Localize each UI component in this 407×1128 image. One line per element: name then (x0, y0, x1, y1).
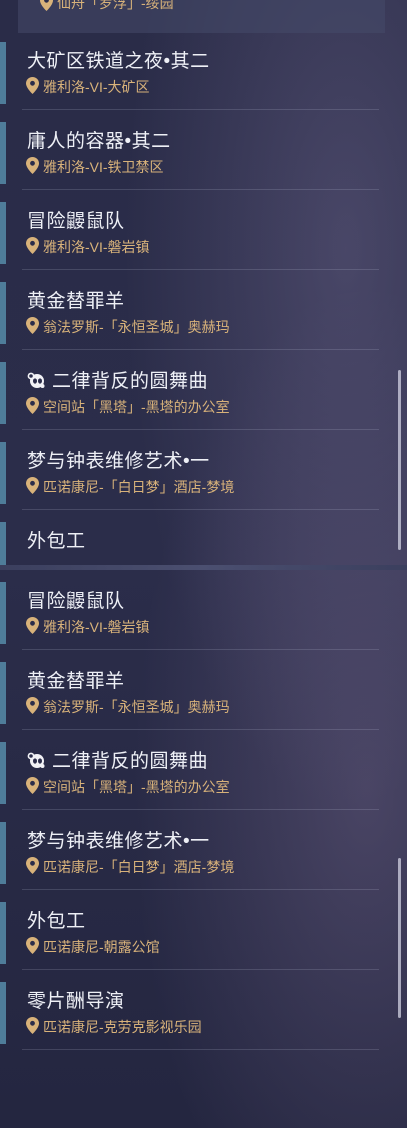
quest-location: 雅利洛-VI-磐岩镇 (43, 239, 150, 255)
quest-title: 庸人的容器•其二 (27, 131, 171, 152)
location-pin-icon (26, 317, 39, 334)
quest-location: 匹诺康尼-「白日梦」酒店-梦境 (43, 859, 235, 875)
quest-location: 雅利洛-VI-铁卫禁区 (43, 159, 164, 175)
location-pin-icon (26, 777, 39, 794)
location-pin-icon (26, 617, 39, 634)
quest-accent-bar (0, 822, 6, 884)
quest-item[interactable]: 二律背反的圆舞曲 空间站「黑塔」-黑塔的办公室 (0, 356, 407, 430)
quest-accent-bar (0, 202, 6, 264)
quest-item[interactable]: 庸人的容器•其二 雅利洛-VI-铁卫禁区 (0, 116, 407, 190)
quest-location: 空间站「黑塔」-黑塔的办公室 (43, 779, 230, 795)
quest-title: 二律背反的圆舞曲 (52, 751, 209, 772)
location-pin-icon (26, 857, 39, 874)
quest-accent-bar (0, 582, 6, 644)
quest-location: 雅利洛-VI-大矿区 (43, 79, 150, 95)
quest-item[interactable]: 大矿区铁道之夜•其二 雅利洛-VI-大矿区 (0, 36, 407, 110)
quest-item[interactable]: 黄金替罪羊 翁法罗斯-「永恒圣城」奥赫玛 (0, 656, 407, 730)
divider (22, 809, 379, 810)
panda-icon (27, 752, 45, 768)
quest-item[interactable]: 梦与钟表维修艺术•一 匹诺康尼-「白日梦」酒店-梦境 (0, 436, 407, 510)
divider (22, 649, 379, 650)
quest-item[interactable]: 冒险鼹鼠队 雅利洛-VI-磐岩镇 (0, 576, 407, 650)
quest-title: 冒险鼹鼠队 (27, 211, 125, 232)
scrollbar-thumb[interactable] (398, 370, 401, 550)
quest-list-bottom: 冒险鼹鼠队 雅利洛-VI-磐岩镇 黄金替罪羊 翁法罗斯-「永恒圣城」奥赫玛 二律… (0, 568, 407, 1128)
quest-title: 黄金替罪羊 (27, 671, 125, 692)
quest-accent-bar (0, 122, 6, 184)
quest-item[interactable]: 二律背反的圆舞曲 空间站「黑塔」-黑塔的办公室 (0, 736, 407, 810)
quest-title-row: 二律背反的圆舞曲 (27, 746, 208, 773)
quest-item[interactable]: 零片酬导演 匹诺康尼-克劳克影视乐园 (0, 976, 407, 1050)
quest-location: 匹诺康尼-朝露公馆 (43, 939, 160, 955)
location-pin-icon (26, 697, 39, 714)
quest-title-row: 二律背反的圆舞曲 (27, 366, 208, 393)
quest-title: 梦与钟表维修艺术•一 (27, 451, 210, 472)
quest-location: 匹诺康尼-克劳克影视乐园 (43, 1019, 202, 1035)
divider (22, 969, 379, 970)
quest-list-top: 仙舟「罗浮」-绥园 大矿区铁道之夜•其二 雅利洛-VI-大矿区 庸人的容器•其二… (0, 0, 407, 566)
divider (22, 109, 379, 110)
quest-location: 雅利洛-VI-磐岩镇 (43, 619, 150, 635)
quest-location: 仙舟「罗浮」-绥园 (57, 0, 174, 11)
quest-title: 梦与钟表维修艺术•一 (27, 831, 210, 852)
divider (22, 349, 379, 350)
quest-item[interactable]: 外包工 匹诺康尼-朝露公馆 (0, 896, 407, 970)
quest-title: 冒险鼹鼠队 (27, 591, 125, 612)
panda-icon (27, 372, 45, 388)
quest-location: 翁法罗斯-「永恒圣城」奥赫玛 (43, 319, 230, 335)
quest-item[interactable]: 黄金替罪羊 翁法罗斯-「永恒圣城」奥赫玛 (0, 276, 407, 350)
location-pin-icon (26, 477, 39, 494)
divider (22, 1049, 379, 1050)
quest-accent-bar (0, 522, 6, 566)
quest-title: 二律背反的圆舞曲 (52, 371, 209, 392)
quest-accent-bar (0, 362, 6, 424)
quest-item[interactable]: 梦与钟表维修艺术•一 匹诺康尼-「白日梦」酒店-梦境 (0, 816, 407, 890)
quest-accent-bar (0, 662, 6, 724)
quest-title: 外包工 (27, 911, 86, 932)
location-pin-icon (40, 0, 53, 11)
location-pin-icon (26, 237, 39, 254)
location-pin-icon (26, 157, 39, 174)
quest-accent-bar (0, 442, 6, 504)
quest-location: 翁法罗斯-「永恒圣城」奥赫玛 (43, 699, 230, 715)
divider (22, 269, 379, 270)
location-pin-icon (26, 937, 39, 954)
quest-title: 外包工 (27, 531, 86, 552)
location-pin-icon (26, 1017, 39, 1034)
quest-location: 空间站「黑塔」-黑塔的办公室 (43, 399, 230, 415)
quest-item[interactable]: 冒险鼹鼠队 雅利洛-VI-磐岩镇 (0, 196, 407, 270)
quest-accent-bar (0, 282, 6, 344)
quest-accent-bar (0, 742, 6, 804)
quest-item[interactable]: 外包工 (0, 516, 407, 566)
divider (22, 429, 379, 430)
quest-accent-bar (0, 902, 6, 964)
quest-title: 零片酬导演 (27, 991, 125, 1012)
quest-title: 大矿区铁道之夜•其二 (27, 51, 210, 72)
scrollbar-thumb[interactable] (398, 858, 401, 1018)
location-pin-icon (26, 77, 39, 94)
quest-item-partial[interactable]: 仙舟「罗浮」-绥园 (0, 0, 407, 34)
quest-accent-bar (0, 42, 6, 104)
divider (22, 729, 379, 730)
quest-location: 匹诺康尼-「白日梦」酒店-梦境 (43, 479, 235, 495)
quest-accent-bar (0, 982, 6, 1044)
quest-title: 黄金替罪羊 (27, 291, 125, 312)
divider (22, 189, 379, 190)
divider (22, 509, 379, 510)
location-pin-icon (26, 397, 39, 414)
divider (22, 889, 379, 890)
